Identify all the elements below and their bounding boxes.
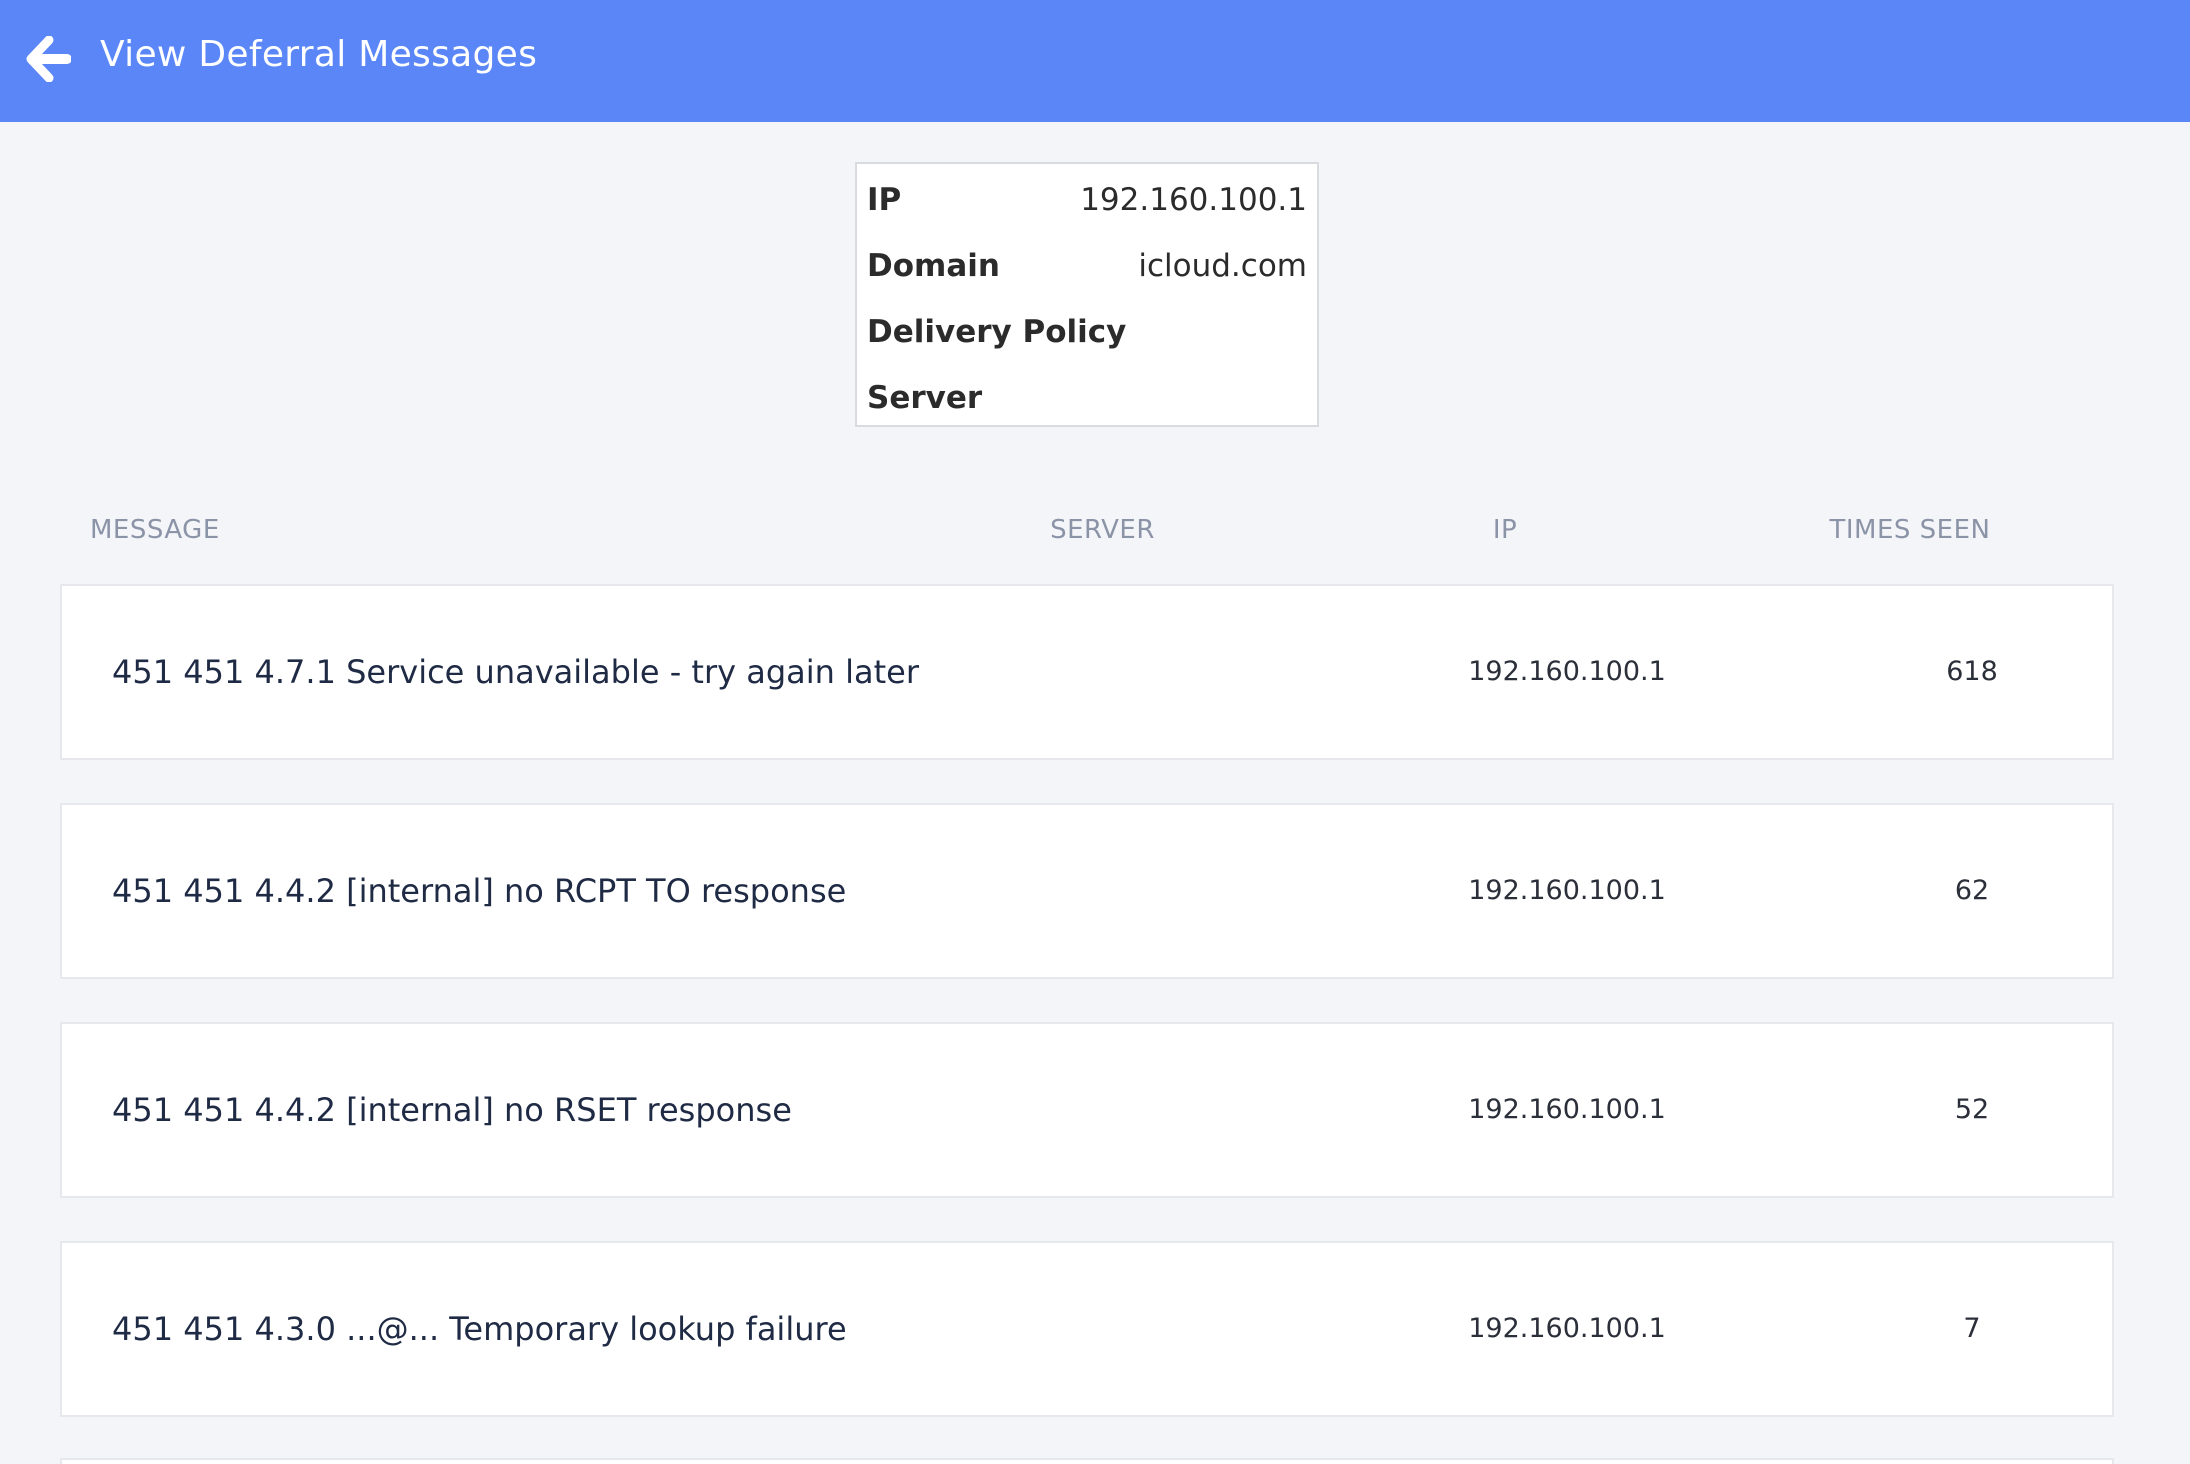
info-label-server: Server (867, 380, 983, 416)
row-ip: 192.160.100.1 (1468, 1313, 1666, 1344)
table-row-partial (60, 1458, 2114, 1464)
arrow-left-icon (26, 36, 71, 82)
row-message: 451 451 4.4.2 [internal] no RCPT TO resp… (112, 872, 847, 910)
column-header-times-seen[interactable]: TIMES SEEN (1770, 512, 2050, 548)
top-bar: View Deferral Messages (0, 0, 2190, 122)
column-header-ip[interactable]: IP (1365, 512, 1645, 548)
row-times-seen: 62 (1954, 875, 1990, 906)
row-times-seen: 52 (1954, 1094, 1990, 1125)
column-header-server[interactable]: SERVER (960, 512, 1245, 548)
info-row-delivery-policy: Delivery Policy (867, 310, 1307, 354)
column-header-message[interactable]: MESSAGE (90, 512, 220, 548)
row-message: 451 451 4.3.0 ...@... Temporary lookup f… (112, 1310, 847, 1348)
info-row-ip: IP 192.160.100.1 (867, 178, 1307, 222)
info-value-ip: 192.160.100.1 (1080, 182, 1307, 218)
summary-info-box: IP 192.160.100.1 Domain icloud.com Deliv… (855, 162, 1319, 427)
row-ip: 192.160.100.1 (1468, 1094, 1666, 1125)
row-times-seen: 618 (1946, 656, 1998, 687)
info-label-domain: Domain (867, 248, 1000, 284)
table-row[interactable]: 451 451 4.4.2 [internal] no RSET respons… (60, 1022, 2114, 1198)
row-message: 451 451 4.4.2 [internal] no RSET respons… (112, 1091, 792, 1129)
table-row[interactable]: 451 451 4.4.2 [internal] no RCPT TO resp… (60, 803, 2114, 979)
info-value-domain: icloud.com (1138, 248, 1307, 284)
row-times-seen: 7 (1963, 1313, 1981, 1344)
row-ip: 192.160.100.1 (1468, 875, 1666, 906)
row-message: 451 451 4.7.1 Service unavailable - try … (112, 653, 919, 691)
table-row[interactable]: 451 451 4.7.1 Service unavailable - try … (60, 584, 2114, 760)
page-title: View Deferral Messages (100, 34, 538, 75)
info-row-domain: Domain icloud.com (867, 244, 1307, 288)
back-button[interactable] (22, 33, 74, 85)
info-label-delivery-policy: Delivery Policy (867, 314, 1127, 350)
row-ip: 192.160.100.1 (1468, 656, 1666, 687)
table-row[interactable]: 451 451 4.3.0 ...@... Temporary lookup f… (60, 1241, 2114, 1417)
info-row-server: Server (867, 376, 1307, 420)
info-label-ip: IP (867, 182, 902, 218)
